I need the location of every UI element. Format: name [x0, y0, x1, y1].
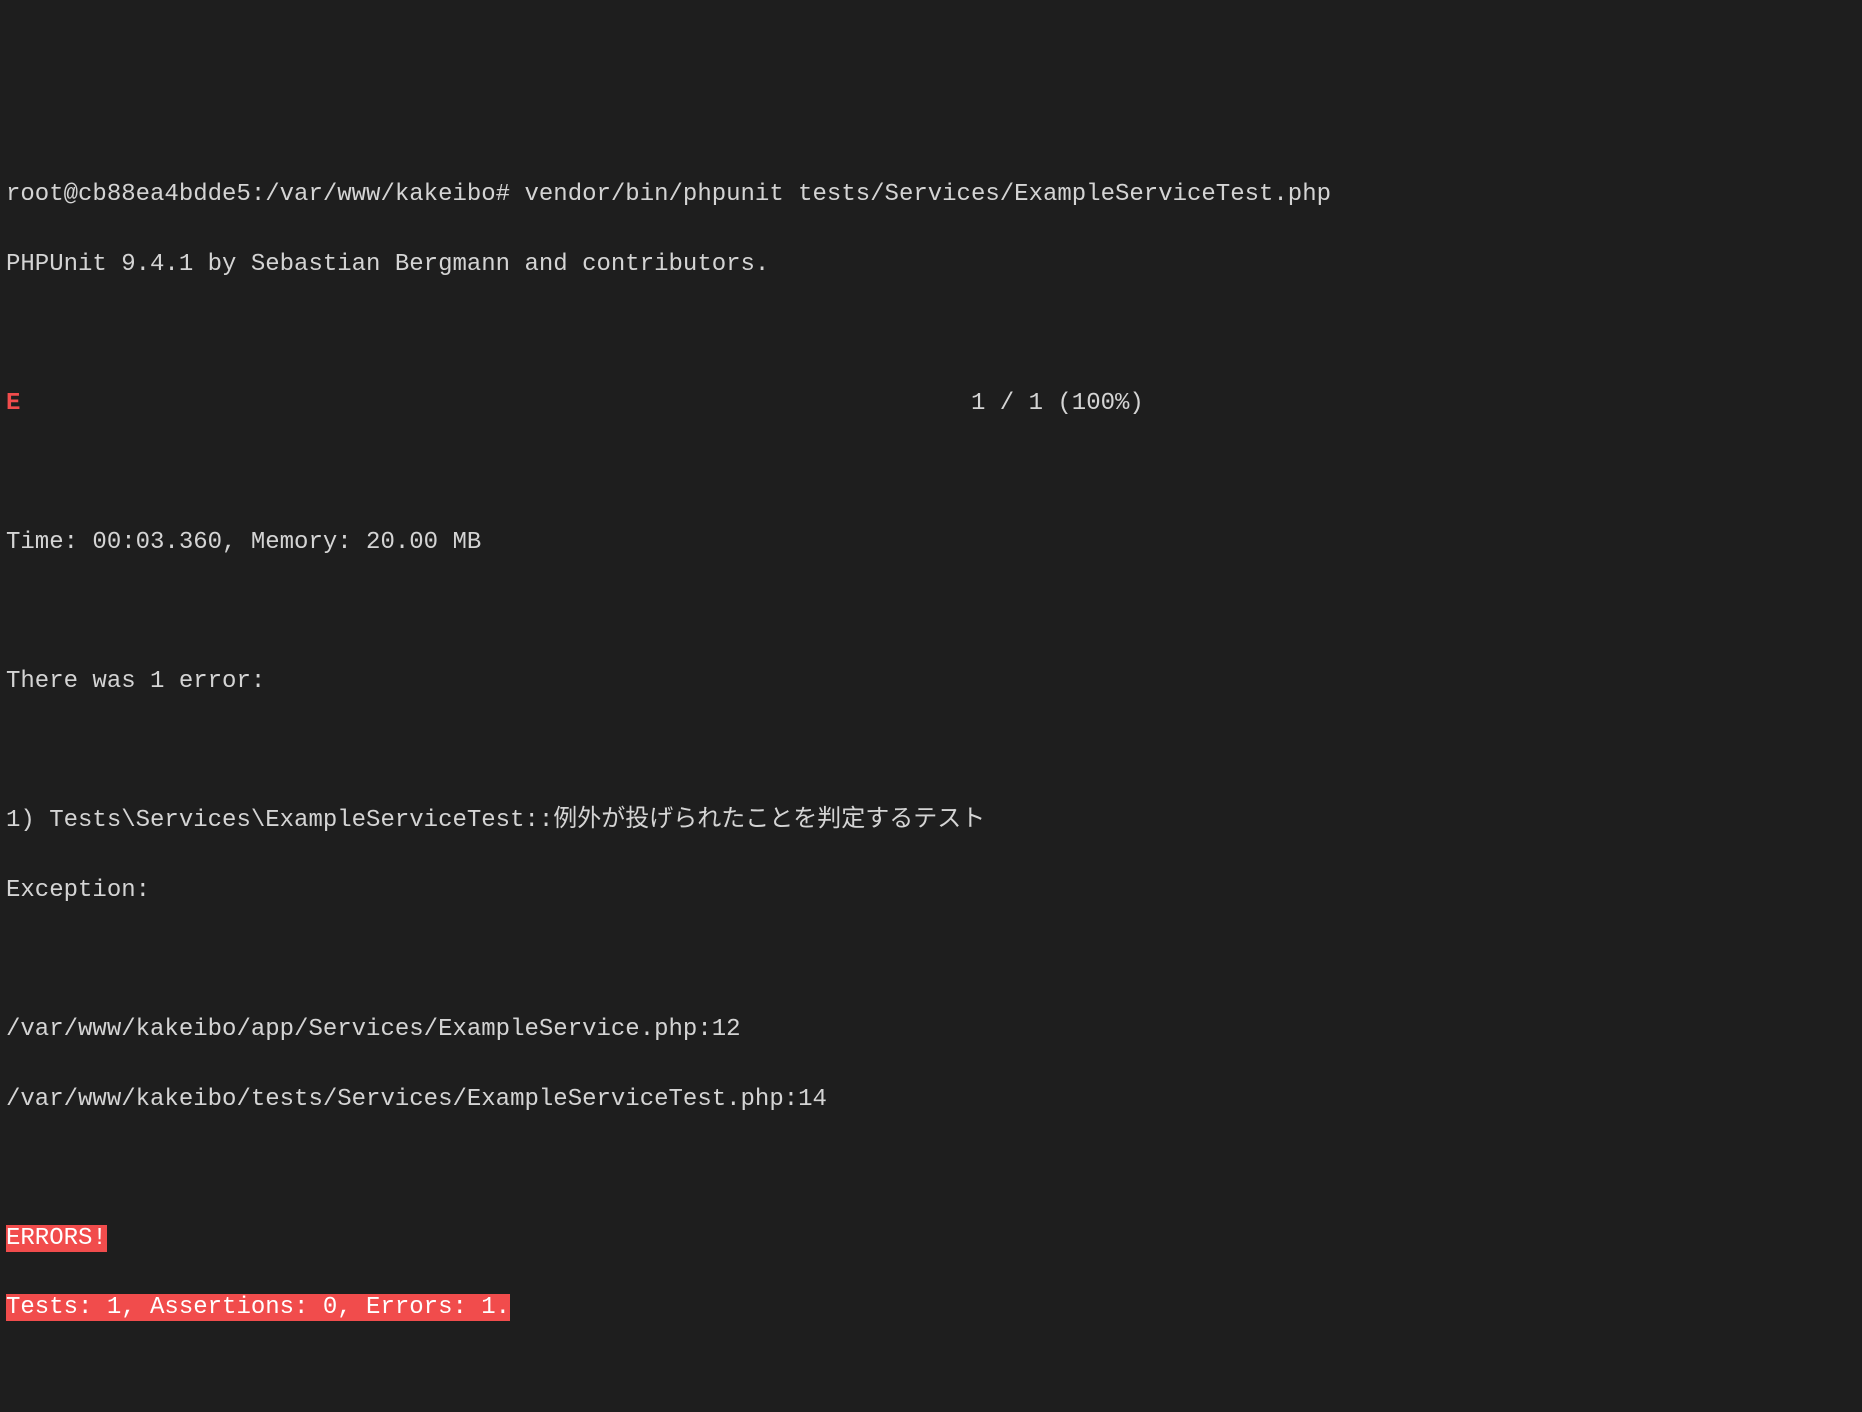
- exception-label: Exception:: [6, 874, 1856, 909]
- progress-count: 1 / 1 (100%): [971, 390, 1144, 417]
- error-indicator: E: [6, 390, 20, 417]
- blank-line: [6, 596, 1856, 631]
- progress-line: E 1 / 1 (100%): [6, 387, 1856, 422]
- stack-trace-line: /var/www/kakeibo/tests/Services/ExampleS…: [6, 1083, 1856, 1118]
- error-count-header: There was 1 error:: [6, 665, 1856, 700]
- blank-line: [6, 944, 1856, 979]
- command-line: root@cb88ea4bdde5:/var/www/kakeibo# vend…: [6, 178, 1856, 213]
- command-text: vendor/bin/phpunit tests/Services/Exampl…: [524, 181, 1331, 208]
- errors-banner-line: ERRORS!: [6, 1222, 1856, 1257]
- terminal-output[interactable]: root@cb88ea4bdde5:/var/www/kakeibo# vend…: [6, 143, 1856, 1361]
- blank-line: [6, 317, 1856, 352]
- phpunit-header: PHPUnit 9.4.1 by Sebastian Bergmann and …: [6, 248, 1856, 283]
- shell-prompt: root@cb88ea4bdde5:/var/www/kakeibo#: [6, 181, 524, 208]
- blank-line: [6, 1152, 1856, 1187]
- error-item: 1) Tests\Services\ExampleServiceTest::例外…: [6, 804, 1856, 839]
- test-summary: Tests: 1, Assertions: 0, Errors: 1.: [6, 1294, 510, 1321]
- summary-line: Tests: 1, Assertions: 0, Errors: 1.: [6, 1291, 1856, 1326]
- time-memory: Time: 00:03.360, Memory: 20.00 MB: [6, 526, 1856, 561]
- stack-trace-line: /var/www/kakeibo/app/Services/ExampleSer…: [6, 1013, 1856, 1048]
- blank-line: [6, 735, 1856, 770]
- progress-spacer: [20, 390, 971, 417]
- errors-banner: ERRORS!: [6, 1225, 107, 1252]
- blank-line: [6, 456, 1856, 491]
